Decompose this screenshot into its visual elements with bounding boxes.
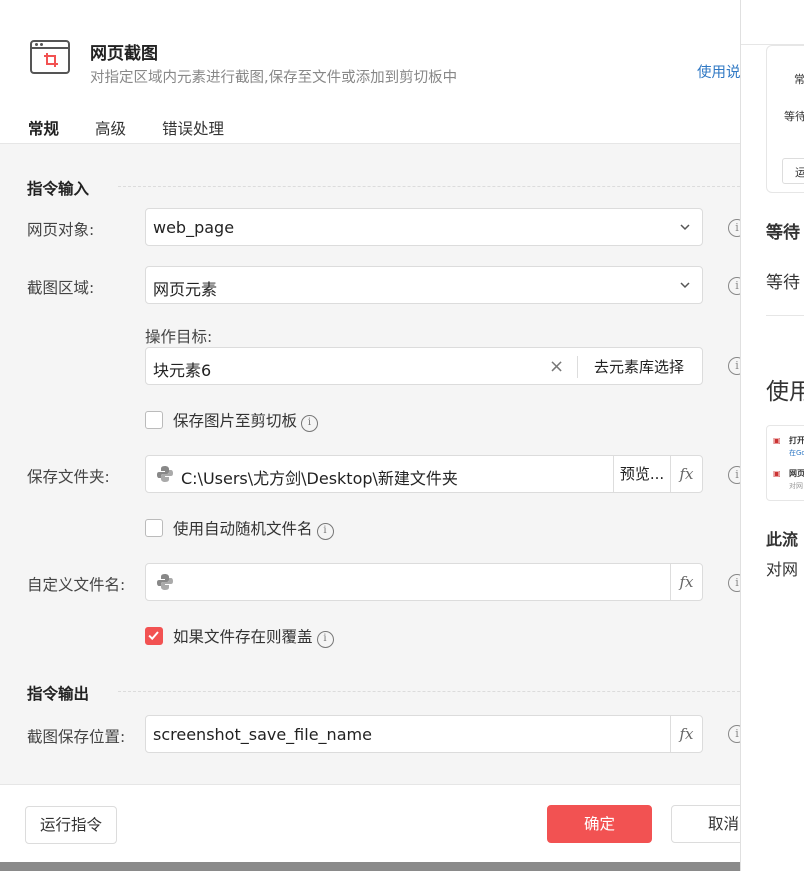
save-folder-field[interactable]: C:\Users\尤方剑\Desktop\新建文件夹 预览... fx	[145, 455, 703, 493]
overwrite-checkbox[interactable]	[145, 627, 163, 645]
custom-filename-field[interactable]: fx	[145, 563, 703, 601]
background-help-panel: 常 等待 运 等待 等待 使用 ▣ 打开 在Go ▣ 网页 对网 此流 对网	[740, 0, 804, 871]
help-card-button[interactable]: 运	[782, 158, 804, 184]
save-location-field[interactable]: screenshot_save_file_name fx	[145, 715, 703, 753]
save-clipboard-checkbox[interactable]	[145, 411, 163, 429]
target-field[interactable]: 块元素6 × 去元素库选择	[145, 347, 703, 385]
chevron-down-icon	[680, 224, 690, 231]
dialog-title: 网页截图	[90, 44, 158, 64]
pick-element-button[interactable]: 去元素库选择	[594, 356, 684, 377]
help-panel-top	[741, 0, 804, 45]
save-folder-label: 保存文件夹:	[27, 468, 110, 486]
python-icon	[157, 466, 173, 482]
web-object-value: web_page	[153, 218, 235, 237]
help-panel-card: 常 等待 运	[766, 45, 804, 193]
section-input-divider	[118, 186, 740, 187]
section-output-divider	[118, 691, 740, 692]
chevron-down-icon	[680, 282, 690, 289]
section-input-title: 指令输入	[27, 180, 90, 198]
fx-icon[interactable]: fx	[670, 564, 702, 600]
web-object-select[interactable]: web_page	[145, 208, 703, 246]
section-output-title: 指令输出	[27, 685, 90, 703]
footer-divider	[0, 784, 770, 785]
help-link[interactable]: 使用说	[697, 61, 741, 82]
save-clipboard-info-icon[interactable]: i	[301, 415, 319, 432]
clear-icon[interactable]: ×	[549, 356, 564, 377]
target-value: 块元素6	[153, 361, 212, 380]
custom-filename-label: 自定义文件名:	[27, 576, 126, 594]
ok-button[interactable]: 确定	[547, 805, 652, 843]
screenshot-area-label: 截图区域:	[27, 279, 95, 297]
tab-bar: 常规 高级 错误处理	[17, 114, 260, 149]
web-object-label: 网页对象:	[27, 221, 95, 239]
crop-icon	[44, 53, 58, 67]
help-example-card: ▣ 打开 在Go ▣ 网页 对网	[766, 425, 804, 501]
auto-random-name-label: 使用自动随机文件名	[173, 520, 313, 538]
screenshot-area-select[interactable]: 网页元素	[145, 266, 703, 304]
fx-icon[interactable]: fx	[670, 456, 702, 492]
save-clipboard-label: 保存图片至剪切板	[173, 412, 298, 430]
save-location-label: 截图保存位置:	[27, 728, 126, 746]
save-folder-value: C:\Users\尤方剑\Desktop\新建文件夹	[181, 469, 458, 488]
overwrite-label: 如果文件存在则覆盖	[173, 628, 313, 646]
checkmark-icon	[148, 631, 159, 641]
overwrite-info-icon[interactable]: i	[316, 631, 334, 648]
dialog-subtitle: 对指定区域内元素进行截图,保存至文件或添加到剪切板中	[90, 70, 458, 86]
save-location-value: screenshot_save_file_name	[153, 725, 372, 744]
fx-icon[interactable]: fx	[670, 716, 702, 752]
run-command-button[interactable]: 运行指令	[25, 806, 117, 844]
auto-random-name-info-icon[interactable]: i	[316, 523, 334, 540]
target-label: 操作目标:	[145, 328, 213, 346]
tab-error-handling[interactable]: 错误处理	[162, 114, 224, 144]
screenshot-area-value: 网页元素	[153, 280, 218, 299]
python-icon	[157, 574, 173, 590]
screenshot-dialog: 网页截图 对指定区域内元素进行截图,保存至文件或添加到剪切板中 使用说 常规 高…	[0, 0, 770, 862]
preview-button[interactable]: 预览...	[613, 456, 670, 492]
tab-general[interactable]: 常规	[17, 114, 70, 149]
tab-advanced[interactable]: 高级	[95, 114, 126, 144]
web-screenshot-icon	[30, 40, 70, 74]
auto-random-name-checkbox[interactable]	[145, 519, 163, 537]
